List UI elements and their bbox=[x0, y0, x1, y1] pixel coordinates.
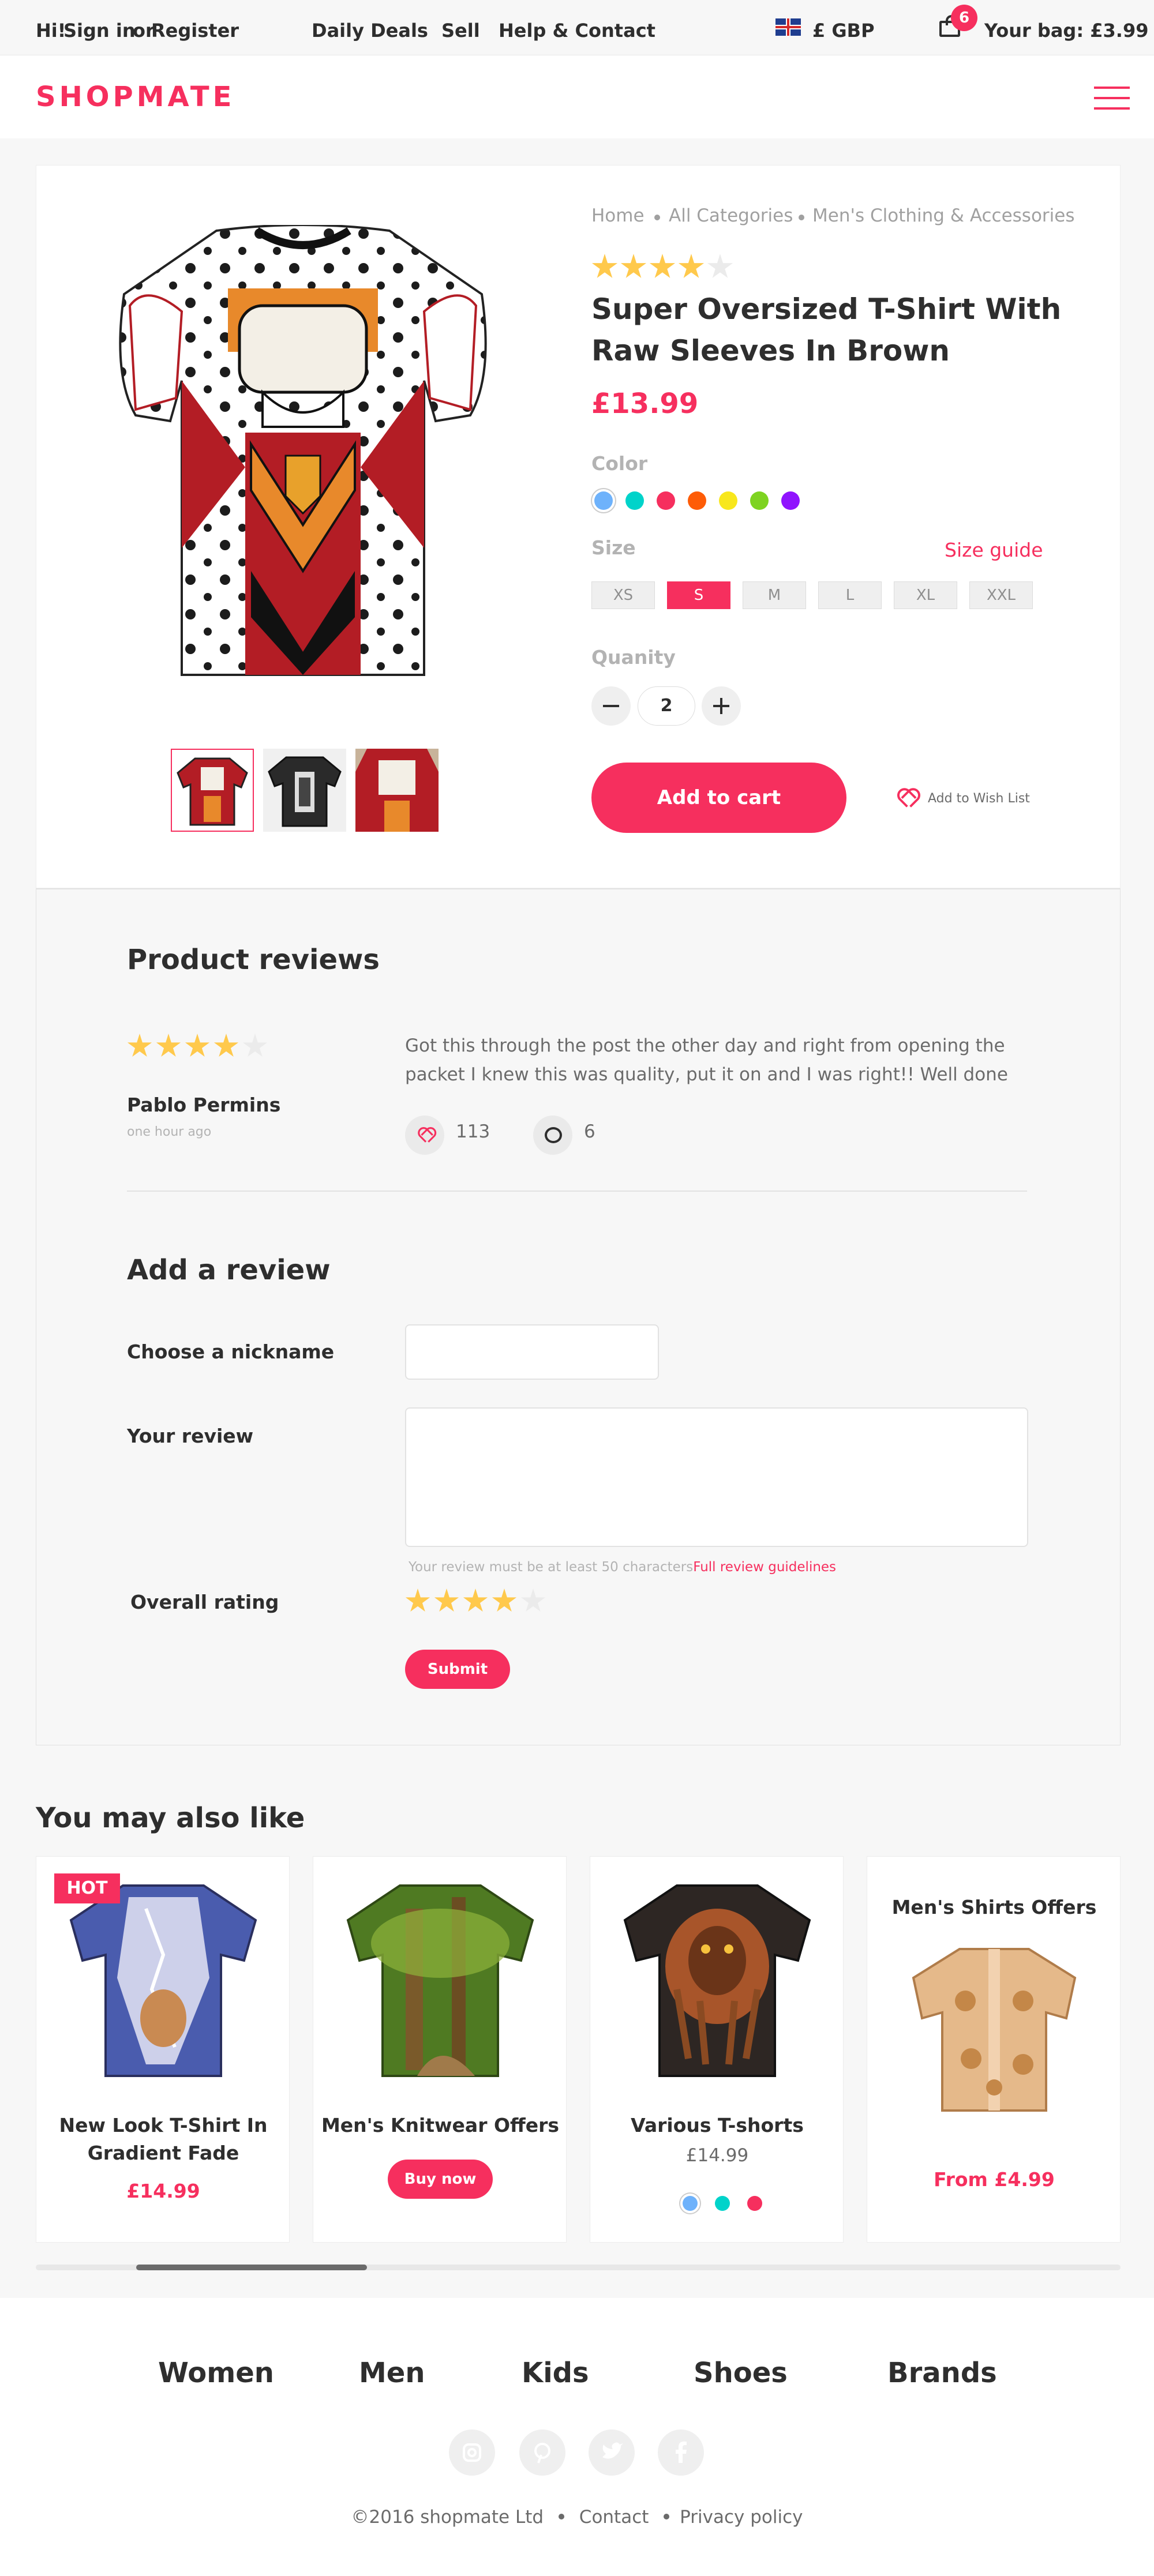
greeting-text: Hi! bbox=[36, 20, 66, 42]
product-tile[interactable]: Men's Shirts Offers From £4.99 bbox=[867, 1856, 1121, 2243]
facebook-icon[interactable] bbox=[658, 2429, 704, 2476]
logo[interactable]: SHOPMATE bbox=[36, 81, 235, 113]
breadcrumb-separator bbox=[654, 215, 660, 220]
tile-title: Men's Shirts Offers bbox=[891, 1896, 1097, 1918]
size-option-l[interactable]: L bbox=[818, 581, 882, 609]
nav-daily-deals[interactable]: Daily Deals bbox=[312, 20, 428, 42]
twitter-icon[interactable] bbox=[589, 2429, 635, 2476]
footer-nav-men[interactable]: Men bbox=[359, 2357, 425, 2389]
footer-copyright: ©2016 shopmate Ltd Contact Privacy polic… bbox=[0, 2507, 1154, 2528]
bag-count-badge: 6 bbox=[951, 5, 977, 31]
size-guide-link[interactable]: Size guide bbox=[945, 539, 1043, 561]
quantity-value[interactable]: 2 bbox=[638, 686, 695, 726]
footer-nav-shoes[interactable]: Shoes bbox=[694, 2357, 788, 2389]
review-textarea[interactable] bbox=[405, 1407, 1028, 1547]
color-label: Color bbox=[591, 452, 648, 475]
quantity-increase-button[interactable] bbox=[702, 686, 741, 726]
reviews-section bbox=[36, 888, 1121, 1745]
tile-title: New Look T-Shirt In Gradient Fade bbox=[59, 2114, 268, 2164]
product-price: £13.99 bbox=[591, 388, 699, 420]
size-option-xs[interactable]: XS bbox=[591, 581, 655, 609]
register-link[interactable]: Register bbox=[151, 20, 239, 42]
product-title: Super Oversized T-Shirt With Raw Sleeves… bbox=[591, 292, 1062, 367]
size-option-xl[interactable]: XL bbox=[894, 581, 957, 609]
nav-help-contact[interactable]: Help & Contact bbox=[499, 20, 655, 42]
color-swatch[interactable] bbox=[625, 491, 644, 510]
overall-rating-label: Overall rating bbox=[130, 1591, 279, 1613]
copyright-text: ©2016 shopmate Ltd bbox=[351, 2507, 544, 2528]
nickname-input[interactable] bbox=[405, 1324, 659, 1380]
add-review-heading: Add a review bbox=[127, 1254, 331, 1286]
tile-title: Men's Knitwear Offers bbox=[321, 2114, 560, 2136]
comment-icon bbox=[545, 1127, 562, 1143]
buy-now-button[interactable]: Buy now bbox=[388, 2160, 493, 2199]
uk-flag-icon[interactable] bbox=[775, 18, 801, 36]
divider bbox=[127, 1191, 1027, 1192]
breadcrumb-mens-clothing[interactable]: Men's Clothing & Accessories bbox=[812, 205, 1075, 226]
review-hint-text: Your review must be at least 50 characte… bbox=[409, 1560, 694, 1575]
heart-icon bbox=[417, 1129, 433, 1143]
footer-nav-brands[interactable]: Brands bbox=[887, 2357, 997, 2389]
tile-price: £14.99 bbox=[126, 2180, 200, 2202]
size-label: Size bbox=[591, 536, 636, 559]
sign-in-link[interactable]: Sign in bbox=[63, 20, 136, 42]
product-tile[interactable]: Various T-shorts £14.99 bbox=[590, 1856, 844, 2243]
submit-button[interactable]: Submit bbox=[405, 1650, 510, 1689]
carousel-scroll-thumb[interactable] bbox=[136, 2265, 367, 2270]
color-swatch[interactable] bbox=[750, 491, 769, 510]
tile-color-swatches bbox=[590, 1857, 844, 2243]
reviews-heading: Product reviews bbox=[127, 944, 380, 976]
thumbnail-2[interactable] bbox=[263, 749, 346, 832]
instagram-icon[interactable] bbox=[449, 2429, 495, 2476]
product-main-image bbox=[119, 225, 487, 676]
add-to-cart-button[interactable]: Add to cart bbox=[591, 763, 846, 833]
main-header: SHOPMATE bbox=[0, 55, 1154, 138]
footer bbox=[0, 2298, 1154, 2576]
quantity-decrease-button[interactable] bbox=[591, 686, 631, 726]
breadcrumb-separator bbox=[799, 215, 804, 220]
heart-icon[interactable] bbox=[897, 790, 916, 808]
color-swatch[interactable] bbox=[688, 491, 706, 510]
add-to-wish-list-link[interactable]: Add to Wish List bbox=[928, 791, 1030, 806]
pinterest-icon[interactable] bbox=[519, 2429, 565, 2476]
color-swatch[interactable] bbox=[747, 2196, 762, 2211]
recommendations-heading: You may also like bbox=[36, 1802, 305, 1834]
color-swatch[interactable] bbox=[719, 491, 737, 510]
nickname-label: Choose a nickname bbox=[127, 1340, 335, 1363]
review-label: Your review bbox=[127, 1425, 254, 1447]
quantity-label: Quanity bbox=[591, 646, 676, 669]
review-text: Got this through the post the other day … bbox=[405, 1035, 1008, 1085]
color-swatch[interactable] bbox=[715, 2196, 730, 2211]
thumbnail-1[interactable] bbox=[171, 749, 254, 832]
top-bar: Hi! Sign in or Register Daily Deals Sell… bbox=[0, 0, 1154, 55]
review-guidelines-link[interactable]: Full review guidelines bbox=[693, 1560, 836, 1575]
hot-badge: HOT bbox=[54, 1873, 120, 1903]
color-swatch[interactable] bbox=[594, 491, 613, 510]
bag-total[interactable]: Your bag: £3.99 bbox=[984, 20, 1148, 42]
color-swatch[interactable] bbox=[781, 491, 800, 510]
footer-privacy-link[interactable]: Privacy policy bbox=[680, 2507, 803, 2528]
color-swatch[interactable] bbox=[683, 2196, 698, 2211]
comment-count: 6 bbox=[584, 1121, 595, 1142]
hamburger-menu-icon[interactable] bbox=[1094, 87, 1130, 110]
footer-nav-kids[interactable]: Kids bbox=[522, 2357, 589, 2389]
currency-selector[interactable]: £ GBP bbox=[812, 20, 875, 42]
footer-nav-women[interactable]: Women bbox=[158, 2357, 274, 2389]
review-time: one hour ago bbox=[127, 1125, 212, 1139]
thumbnail-3[interactable] bbox=[355, 749, 439, 832]
like-count: 113 bbox=[456, 1121, 490, 1142]
nav-sell[interactable]: Sell bbox=[441, 20, 480, 42]
color-swatch[interactable] bbox=[657, 491, 675, 510]
product-tile[interactable]: New Look T-Shirt In Gradient Fade £14.99 bbox=[36, 1856, 290, 2243]
breadcrumb-all-categories[interactable]: All Categories bbox=[669, 205, 793, 226]
review-author: Pablo Permins bbox=[127, 1094, 281, 1116]
size-option-m[interactable]: M bbox=[743, 581, 806, 609]
tile-price: From £4.99 bbox=[934, 2168, 1055, 2191]
breadcrumb-home[interactable]: Home bbox=[591, 205, 645, 226]
size-option-xxl[interactable]: XXL bbox=[969, 581, 1033, 609]
review-hint: Your review must be at least 50 characte… bbox=[409, 1560, 836, 1575]
footer-contact-link[interactable]: Contact bbox=[579, 2507, 649, 2528]
size-option-s[interactable]: S bbox=[667, 581, 730, 609]
